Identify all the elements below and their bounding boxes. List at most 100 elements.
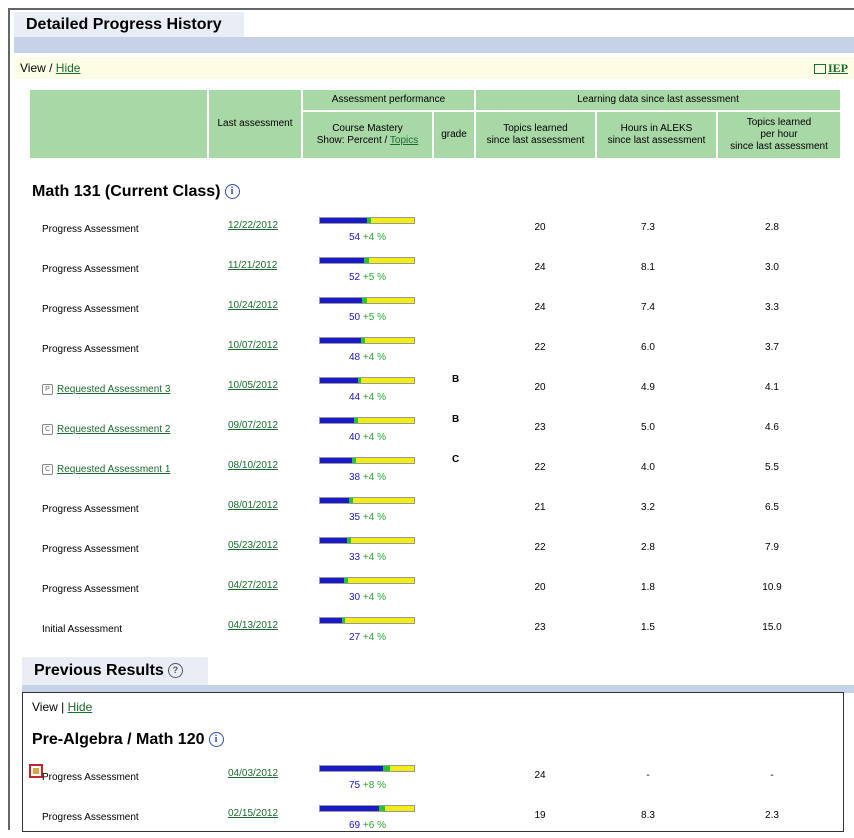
topics-per-hour-value: 2.3: [765, 810, 779, 821]
mastery-fill: [320, 578, 345, 583]
mastery-value: 52: [349, 272, 361, 283]
grade-value: B: [452, 414, 460, 425]
previous-hide-link[interactable]: Hide: [68, 700, 93, 714]
assessment-date-link[interactable]: 05/23/2012: [228, 540, 278, 551]
assessment-date-link[interactable]: 08/10/2012: [228, 460, 278, 471]
mastery-value: 38: [349, 472, 361, 483]
assessment-name: Progress Assessment: [42, 504, 139, 515]
topics-per-hour-value: 10.9: [762, 582, 782, 593]
assessment-date-link[interactable]: 02/15/2012: [228, 808, 278, 819]
hours-value: 7.4: [641, 302, 655, 313]
mastery-value: 48: [349, 352, 361, 363]
hours-value: 7.3: [641, 222, 655, 233]
assessment-row: Progress Assessment 02/15/2012 69 +6 % 19 8.…: [0, 798, 854, 838]
assessment-name: Progress Assessment: [42, 344, 139, 355]
mastery-gain: +4 %: [362, 512, 386, 523]
assessment-name-link[interactable]: Requested Assessment 2: [57, 424, 170, 435]
topics-learned-line2: since last assessment: [486, 135, 585, 146]
assessment-row: Progress Assessment 05/23/2012 33 +4 % 22 2.…: [0, 530, 854, 570]
mastery-gain: +5 %: [362, 272, 386, 283]
assessment-date-link[interactable]: 04/03/2012: [228, 768, 278, 779]
mastery-gain: +4 %: [362, 432, 386, 443]
topics-learned-line1: Topics learned: [503, 123, 568, 134]
mastery-gain-fill: [344, 578, 349, 583]
mastery-gain-fill: [382, 766, 391, 771]
mastery-value: 69: [349, 820, 361, 831]
previous-view-label: View |: [32, 700, 68, 714]
assessment-type-badge-icon: C: [42, 424, 53, 435]
hours-value: 8.1: [641, 262, 655, 273]
mastery-percent: 30 +4 %: [349, 592, 386, 603]
assessment-date-link[interactable]: 04/13/2012: [228, 620, 278, 631]
hours-value: -: [646, 770, 650, 781]
view-label: View /: [20, 61, 56, 75]
mastery-gain-fill: [361, 338, 366, 343]
mastery-bar: [319, 297, 415, 304]
topics-per-hour-value: 7.9: [765, 542, 779, 553]
topics-learned-value: 24: [534, 770, 546, 781]
assessment-row: Progress Assessment 04/27/2012 30 +4 % 20 1.…: [0, 570, 854, 610]
assessment-name-label: Progress Assessment: [42, 304, 139, 315]
assessment-date-link[interactable]: 10/24/2012: [228, 300, 278, 311]
header-blank: [30, 90, 207, 158]
header-hours: Hours in ALEKS since last assessment: [597, 112, 716, 158]
tph-line2: per hour: [760, 129, 798, 140]
info-icon[interactable]: i: [208, 732, 224, 747]
assessment-name: P Requested Assessment 3: [42, 384, 170, 395]
mastery-bar: [319, 337, 415, 344]
topics-per-hour-value: 3.7: [765, 342, 779, 353]
mastery-gain: +6 %: [362, 820, 386, 831]
previous-results-tab: Previous Results?: [22, 657, 208, 685]
topics-learned-value: 19: [534, 810, 546, 821]
assessment-date-link[interactable]: 10/05/2012: [228, 380, 278, 391]
assessment-name-label: Progress Assessment: [42, 812, 139, 823]
assessment-date-link[interactable]: 08/01/2012: [228, 500, 278, 511]
current-class-label: Math 131 (Current Class): [32, 183, 221, 200]
mastery-value: 33: [349, 552, 361, 563]
hide-link[interactable]: Hide: [56, 61, 81, 75]
topics-learned-value: 21: [534, 502, 546, 513]
topics-link[interactable]: Topics: [390, 135, 418, 146]
mastery-gain: +4 %: [362, 232, 386, 243]
mastery-percent: 38 +4 %: [349, 472, 386, 483]
assessment-type-badge-icon: P: [42, 384, 53, 395]
assessment-name-label: Progress Assessment: [42, 504, 139, 515]
hours-value: 4.9: [641, 382, 655, 393]
assessment-name: Progress Assessment: [42, 304, 139, 315]
assessment-date-link[interactable]: 12/22/2012: [228, 220, 278, 231]
assessment-date-link[interactable]: 10/07/2012: [228, 340, 278, 351]
mastery-bar: [319, 217, 415, 224]
mastery-fill: [320, 766, 383, 771]
topics-per-hour-value: 3.3: [765, 302, 779, 313]
mastery-fill: [320, 458, 352, 463]
topics-learned-value: 22: [534, 542, 546, 553]
assessment-name-link[interactable]: Requested Assessment 1: [57, 464, 170, 475]
mastery-fill: [320, 806, 380, 811]
mastery-gain: +4 %: [362, 352, 386, 363]
mastery-bar: [319, 377, 415, 384]
topics-learned-value: 23: [534, 422, 546, 433]
assessment-date-link[interactable]: 11/21/2012: [228, 260, 277, 271]
mastery-fill: [320, 258, 365, 263]
assessment-row: C Requested Assessment 1 08/10/2012 38 +4 %…: [0, 450, 854, 490]
mastery-gain-fill: [362, 298, 367, 303]
assessment-date-link[interactable]: 04/27/2012: [228, 580, 278, 591]
mastery-value: 30: [349, 592, 361, 603]
assessment-row: Progress Assessment 04/03/2012 75 +8 % 24 - -: [0, 758, 854, 798]
iep-link[interactable]: IEP: [813, 57, 848, 79]
assessment-name: C Requested Assessment 1: [42, 464, 170, 475]
assessment-name-label: Progress Assessment: [42, 264, 139, 275]
topics-per-hour-value: 4.6: [765, 422, 779, 433]
grade-value: B: [452, 374, 460, 385]
mastery-percent: 35 +4 %: [349, 512, 386, 523]
topics-learned-value: 24: [534, 262, 546, 273]
mastery-percent: 27 +4 %: [349, 632, 386, 643]
help-icon[interactable]: ?: [167, 663, 183, 678]
info-icon[interactable]: i: [224, 184, 240, 199]
assessment-name-link[interactable]: Requested Assessment 3: [57, 384, 170, 395]
mastery-fill: [320, 538, 348, 543]
mastery-fill: [320, 378, 358, 383]
assessment-date-link[interactable]: 09/07/2012: [228, 420, 278, 431]
mastery-gain-fill: [357, 378, 362, 383]
mastery-percent: 69 +6 %: [349, 820, 386, 831]
